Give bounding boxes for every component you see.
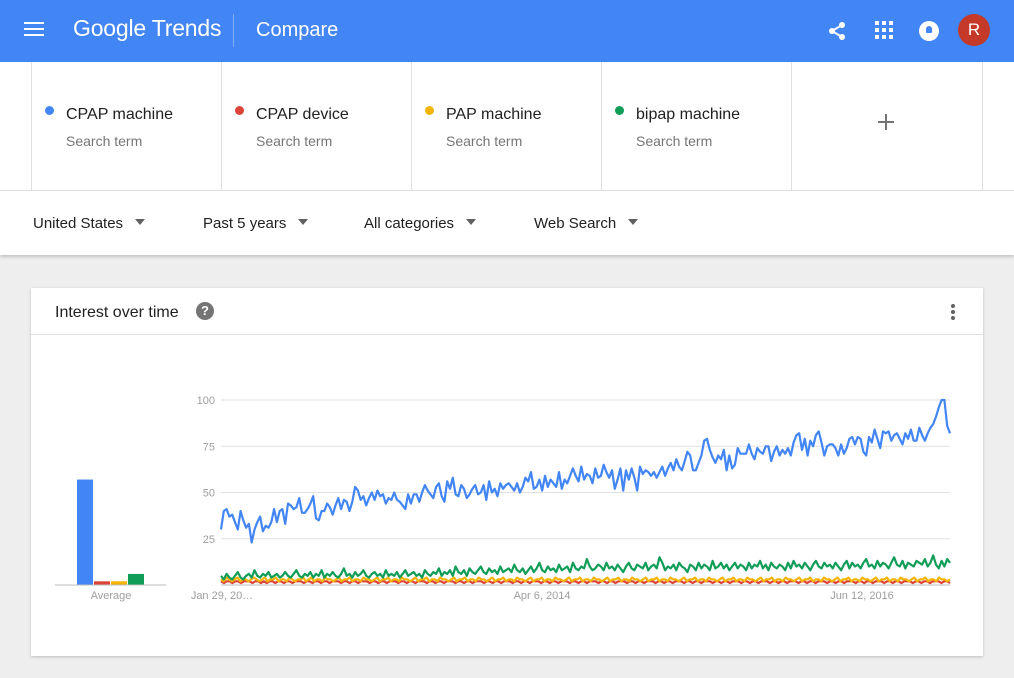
term-card-bipap-machine[interactable]: bipap machine Search term xyxy=(601,62,791,190)
term-card-pap-machine[interactable]: PAP machine Search term xyxy=(411,62,601,190)
y-tick-label-100: 100 xyxy=(197,395,215,407)
series-line-cpap-machine xyxy=(219,398,952,544)
add-comparison-button[interactable] xyxy=(791,62,983,190)
x-tick-label-1: Jan 29, 20… xyxy=(191,590,253,602)
account-avatar[interactable]: R xyxy=(958,14,990,46)
y-tick-label-75: 75 xyxy=(203,441,215,453)
topbar-divider xyxy=(233,14,234,47)
series-line-bipap-machine xyxy=(220,554,951,581)
series-line-pap-machine xyxy=(220,576,951,583)
term-name: PAP machine xyxy=(446,106,542,123)
dropdown-arrow-icon xyxy=(135,219,146,225)
series-color-dot xyxy=(45,106,54,115)
average-bar-2 xyxy=(94,581,110,585)
term-type: Search term xyxy=(256,133,333,149)
share-icon[interactable] xyxy=(826,20,848,42)
average-bar-3 xyxy=(111,581,127,585)
term-type: Search term xyxy=(636,133,713,149)
top-app-bar: Google Trends Compare R xyxy=(0,0,1014,62)
term-name: bipap machine xyxy=(636,106,741,123)
y-tick-label-25: 25 xyxy=(203,534,215,546)
term-type: Search term xyxy=(446,133,523,149)
dropdown-arrow-icon xyxy=(298,219,309,225)
dropdown-arrow-icon xyxy=(466,219,477,225)
apps-grid-icon[interactable] xyxy=(874,20,894,40)
category-filter[interactable]: All categories xyxy=(364,215,477,232)
time-range-filter-label: Past 5 years xyxy=(203,215,287,232)
category-filter-label: All categories xyxy=(364,215,455,232)
page-title: Compare xyxy=(256,19,339,41)
plus-icon xyxy=(878,114,894,130)
x-tick-label-3: Jun 12, 2016 xyxy=(830,590,894,602)
search-type-filter-label: Web Search xyxy=(534,215,617,232)
interest-over-time-card: Interest over time ? Average 25 50 75 100 Jan… xyxy=(31,288,983,656)
search-type-filter[interactable]: Web Search xyxy=(534,215,639,232)
region-filter[interactable]: United States xyxy=(33,215,146,232)
dropdown-arrow-icon xyxy=(628,219,639,225)
average-bar-4 xyxy=(128,573,144,585)
term-name: CPAP machine xyxy=(66,106,174,123)
average-label: Average xyxy=(91,590,132,602)
filters-bar: United States Past 5 years All categorie… xyxy=(0,190,1014,255)
term-card-cpap-machine[interactable]: CPAP machine Search term xyxy=(31,62,221,190)
term-name: CPAP device xyxy=(256,106,349,123)
google-trends-logo[interactable]: Google Trends xyxy=(73,13,221,43)
interest-chart: Average 25 50 75 100 Jan 29, 20… Apr 6, 2014 Ju… xyxy=(55,395,952,602)
x-tick-label-2: Apr 6, 2014 xyxy=(514,590,571,602)
term-card-cpap-device[interactable]: CPAP device Search term xyxy=(221,62,411,190)
region-filter-label: United States xyxy=(33,215,124,232)
series-color-dot xyxy=(425,106,434,115)
notifications-bell-icon[interactable] xyxy=(919,21,939,41)
time-range-filter[interactable]: Past 5 years xyxy=(203,215,309,232)
y-tick-label-50: 50 xyxy=(203,488,215,500)
menu-icon[interactable] xyxy=(24,20,46,38)
search-terms-row: CPAP machine Search term CPAP device Sea… xyxy=(0,62,1014,190)
average-bar-1 xyxy=(77,479,93,585)
series-color-dot xyxy=(615,106,624,115)
term-type: Search term xyxy=(66,133,143,149)
series-color-dot xyxy=(235,106,244,115)
